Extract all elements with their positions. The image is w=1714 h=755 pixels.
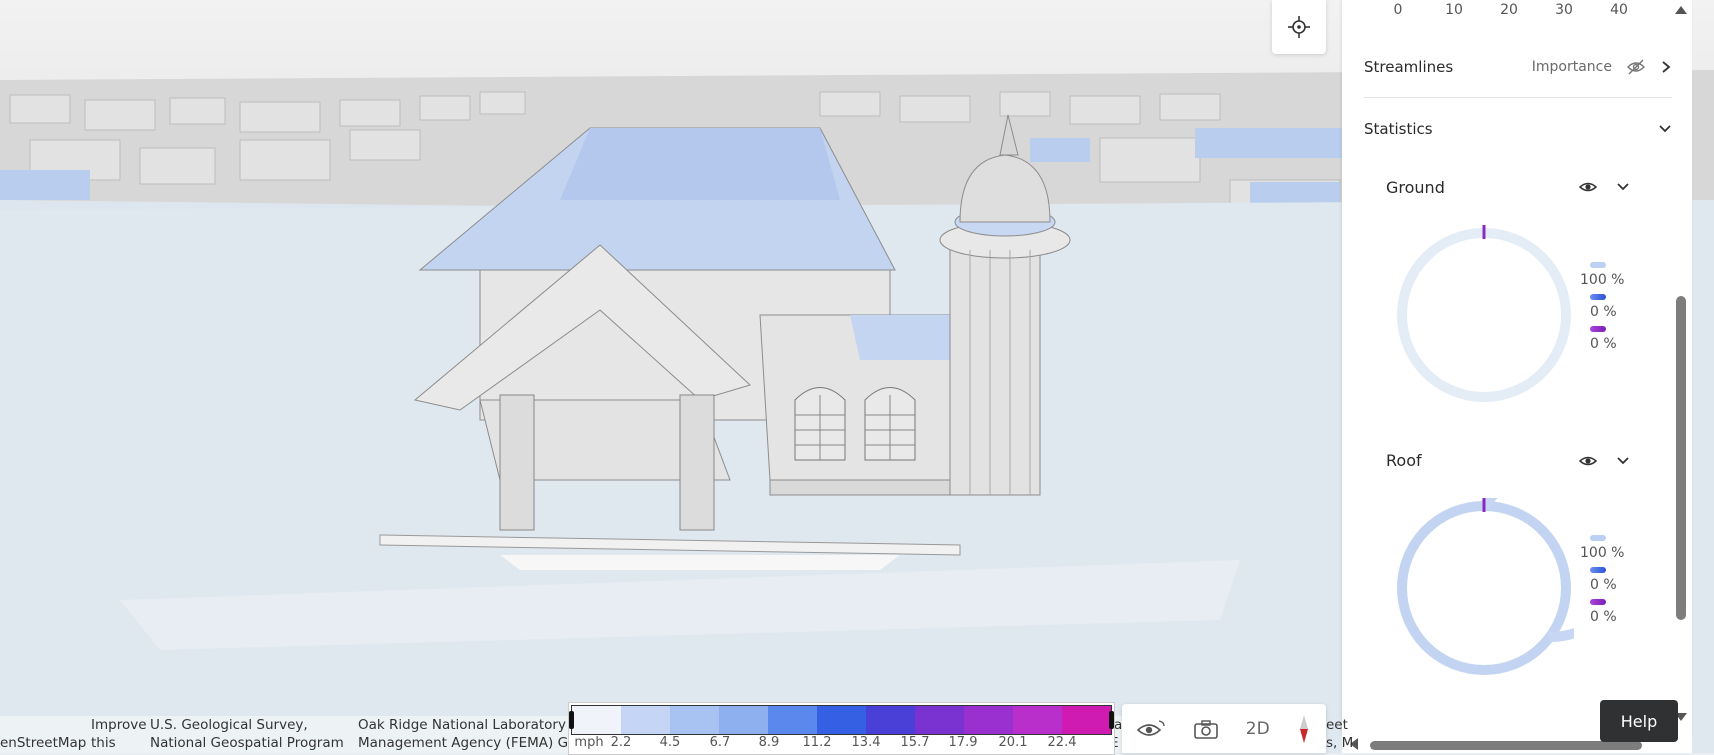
legend-swatch-mid	[1590, 567, 1606, 573]
attribution-text: U.S. Geological Survey,	[150, 717, 308, 733]
legend-tick: 8.9	[758, 735, 780, 750]
scale-tick: 0	[1393, 2, 1403, 18]
analysis-panel[interactable]: 0 10 20 30 40 Streamlines Importance Sta…	[1342, 0, 1692, 735]
wind-speed-legend[interactable]: mph 2.2 4.5 6.7 8.9 11.2 13.4 15.7 17.9 …	[568, 702, 1115, 755]
legend-tick: 4.5	[659, 735, 681, 750]
legend-tick: 17.9	[948, 735, 978, 750]
camera-icon[interactable]	[1192, 718, 1220, 740]
roof-donut-chart	[1397, 498, 1574, 675]
eye-icon[interactable]	[1578, 180, 1598, 194]
legend-color-cell	[915, 706, 964, 734]
scale-ticks: 0 10 20 30 40	[1342, 2, 1692, 22]
scale-tick: 10	[1445, 2, 1463, 18]
legend-tick: 15.7	[900, 735, 930, 750]
attribution-text-right: eet s, M	[1326, 716, 1353, 752]
legend-swatch-mid	[1590, 294, 1606, 300]
attribution-text: eet	[1326, 717, 1348, 733]
eye-rotate-icon[interactable]	[1135, 718, 1167, 740]
legend-pct: 0 %	[1590, 609, 1617, 625]
statistics-label: Statistics	[1364, 120, 1433, 138]
legend-color-cell	[1013, 706, 1062, 734]
legend-color-cell	[572, 706, 621, 734]
legend-swatch-low	[1590, 535, 1606, 541]
legend-tick: 11.2	[802, 735, 832, 750]
legend-color-cell	[817, 706, 866, 734]
legend-pct: 0 %	[1590, 336, 1617, 352]
help-button[interactable]: Help	[1600, 700, 1678, 742]
attribution-text: Oak Ridge National Laboratory (O	[358, 717, 587, 733]
legend-tick: 6.7	[709, 735, 731, 750]
chevron-down-icon[interactable]	[1616, 182, 1630, 192]
legend-tick: 13.4	[851, 735, 881, 750]
legend-ticks: mph 2.2 4.5 6.7 8.9 11.2 13.4 15.7 17.9 …	[569, 735, 1114, 753]
legend-unit: mph	[574, 735, 604, 750]
roof-legend: 100 % 0 % 0 %	[1580, 529, 1650, 629]
legend-max-handle[interactable]	[1109, 711, 1114, 729]
ground-donut-ring	[1397, 228, 1571, 402]
chevron-right-icon[interactable]	[1660, 60, 1672, 74]
streamlines-mode[interactable]: Importance	[1532, 59, 1612, 75]
scale-tick: 30	[1555, 2, 1573, 18]
legend-color-cell	[866, 706, 915, 734]
legend-tick: 2.2	[610, 735, 632, 750]
crosshair-icon	[1288, 16, 1310, 38]
horizontal-scroll-thumb[interactable]	[1370, 741, 1642, 750]
legend-pct: 100 %	[1580, 272, 1625, 288]
attribution-text[interactable]: enStreetMap	[0, 734, 86, 752]
chevron-down-icon[interactable]	[1616, 456, 1630, 466]
attribution-link[interactable]: Improve	[91, 716, 147, 734]
legend-color-cell	[670, 706, 719, 734]
ground-title: Ground	[1386, 178, 1445, 197]
ground-controls	[1578, 180, 1630, 194]
legend-color-scale	[571, 705, 1112, 735]
attribution-text: National Geospatial Program	[150, 735, 344, 751]
scale-tick: 20	[1500, 2, 1518, 18]
scale-tick: 40	[1610, 2, 1628, 18]
legend-color-cell	[768, 706, 817, 734]
attribution-text: Management Agency (FEMA) Geo	[358, 735, 585, 751]
legend-tick: 20.1	[998, 735, 1028, 750]
roof-title: Roof	[1386, 451, 1422, 470]
streamlines-label: Streamlines	[1364, 58, 1454, 76]
streamlines-row[interactable]: Streamlines Importance	[1364, 56, 1672, 78]
legend-color-cell	[1062, 706, 1111, 734]
legend-color-cell	[621, 706, 670, 734]
roof-controls	[1578, 454, 1630, 468]
legend-color-cell	[964, 706, 1013, 734]
legend-min-handle[interactable]	[569, 711, 574, 729]
legend-pct: 0 %	[1590, 577, 1617, 593]
attribution-link[interactable]: this	[91, 734, 116, 752]
scroll-up-icon[interactable]	[1674, 4, 1688, 16]
compass-icon[interactable]	[1295, 713, 1313, 745]
vertical-scrollbar[interactable]	[1674, 0, 1688, 735]
ground-donut-chart	[1397, 225, 1571, 402]
legend-swatch-low	[1590, 262, 1606, 268]
toggle-2d-button[interactable]: 2D	[1246, 719, 1270, 739]
legend-tick: 22.4	[1047, 735, 1077, 750]
vertical-scroll-thumb[interactable]	[1676, 296, 1686, 620]
statistics-header[interactable]: Statistics	[1364, 118, 1672, 140]
ground-legend: 100 % 0 % 0 %	[1580, 256, 1650, 356]
legend-swatch-high	[1590, 599, 1606, 605]
locate-button[interactable]	[1272, 0, 1326, 54]
navigation-toolbar[interactable]: 2D	[1122, 704, 1326, 753]
roof-donut-ring	[1397, 501, 1571, 675]
legend-color-cell	[719, 706, 768, 734]
legend-swatch-high	[1590, 326, 1606, 332]
attribution-text: s, M	[1326, 735, 1354, 751]
divider	[1364, 97, 1672, 98]
chevron-down-icon[interactable]	[1658, 124, 1672, 134]
legend-pct: 100 %	[1580, 545, 1625, 561]
eye-off-icon[interactable]	[1626, 59, 1646, 75]
legend-pct: 0 %	[1590, 304, 1617, 320]
eye-icon[interactable]	[1578, 454, 1598, 468]
